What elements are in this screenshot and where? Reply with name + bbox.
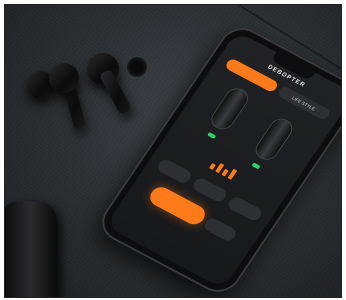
battery-left-indicator bbox=[207, 132, 217, 140]
earbud-right-tip bbox=[127, 57, 147, 77]
app-earbud-left-image bbox=[208, 85, 251, 132]
control-button-center[interactable] bbox=[190, 176, 229, 204]
equalizer-icon[interactable] bbox=[200, 153, 246, 184]
tab-life-style[interactable]: LIFE STYLE bbox=[276, 85, 332, 121]
tab-main[interactable] bbox=[224, 57, 280, 94]
earbud-left-body bbox=[49, 63, 79, 93]
photo-frame: DEBOPTER LIFE STYLE bbox=[4, 4, 342, 298]
charging-case bbox=[5, 201, 57, 297]
control-button-right[interactable] bbox=[226, 194, 265, 223]
mode-secondary-button[interactable] bbox=[202, 216, 239, 243]
battery-right-indicator bbox=[251, 162, 261, 170]
app-earbud-right-image bbox=[252, 116, 296, 163]
control-button-left[interactable] bbox=[155, 157, 194, 186]
